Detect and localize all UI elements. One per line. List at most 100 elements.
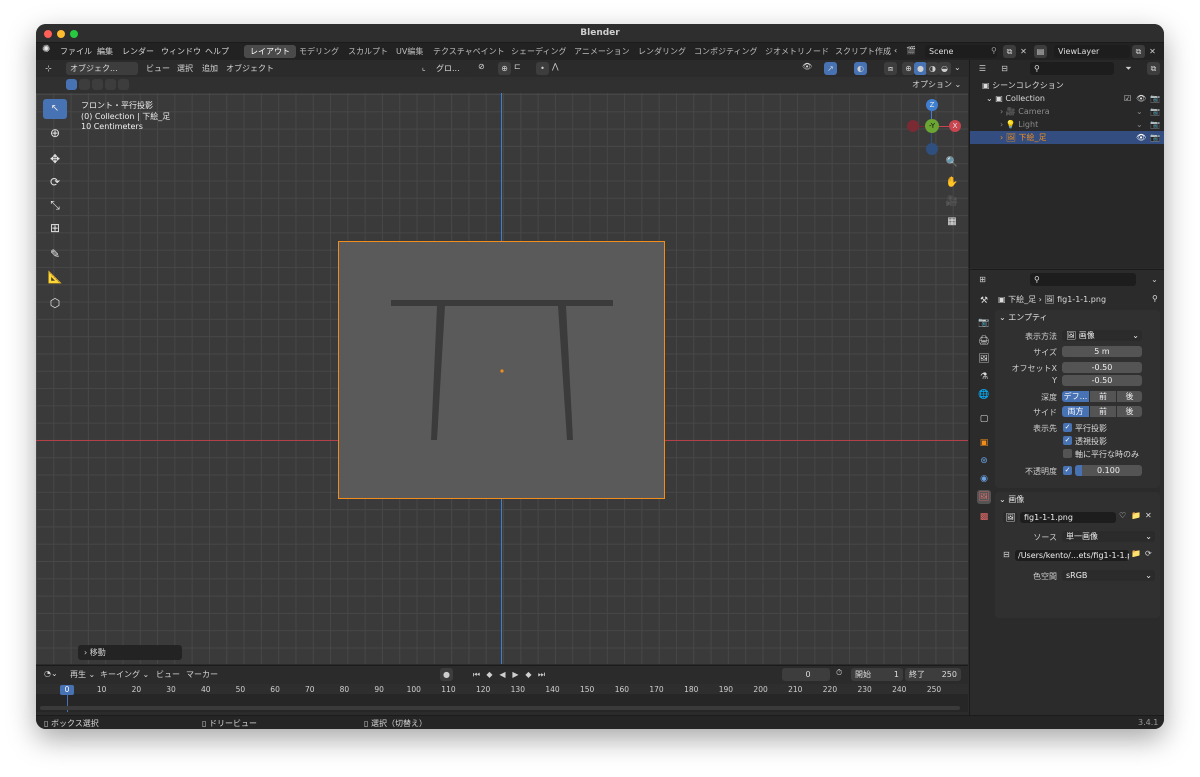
play-reverse-icon[interactable]: ◀ — [496, 668, 509, 681]
tab-scripting[interactable]: スクリプト作成 — [829, 45, 897, 58]
annotate-tool[interactable]: ✎ — [43, 244, 67, 264]
outliner-search-input[interactable]: ⚲ — [1030, 62, 1114, 75]
camera-view-icon[interactable]: 🎥 — [944, 194, 960, 210]
tab-modeling[interactable]: モデリング — [293, 45, 345, 58]
select-mode-new-icon[interactable] — [66, 79, 77, 90]
depth-default-option[interactable]: デフ... — [1062, 391, 1089, 402]
jump-key-forward-icon[interactable]: ◆ — [522, 668, 535, 681]
playhead[interactable]: 0 — [60, 685, 74, 695]
display-as-dropdown[interactable]: 🖼 画像 ⌄ — [1062, 330, 1142, 341]
viewport-options-button[interactable]: オプション ⌄ — [912, 79, 961, 90]
tab-compositing[interactable]: コンポジティング — [688, 45, 764, 58]
pin-properties-icon[interactable]: ⚲ — [1152, 294, 1158, 303]
start-frame-field[interactable]: 開始 1 — [851, 668, 903, 681]
menu-window[interactable]: ウィンドウ — [161, 46, 201, 57]
play-icon[interactable]: ▶ — [509, 668, 522, 681]
measure-tool[interactable]: 📐 — [43, 267, 67, 287]
show-perspective-checkbox[interactable]: ✓ — [1063, 436, 1072, 445]
outliner-item-reference-image[interactable]: › 🖼 下絵_足 👁 📷 — [970, 131, 1164, 144]
side-back-option[interactable]: 後 — [1117, 406, 1142, 417]
properties-options-icon[interactable]: ⌄ — [1148, 273, 1161, 286]
outliner-scene-collection[interactable]: ▣ シーンコレクション — [970, 79, 1164, 92]
exclude-checkbox-icon[interactable]: ☑ — [1124, 92, 1131, 105]
editor-type-icon[interactable]: ⊹ — [42, 62, 55, 75]
new-scene-icon[interactable]: ⧉ — [1003, 45, 1016, 58]
outliner-item-camera[interactable]: › 🎥 Camera ⌄ 📷 — [970, 105, 1164, 118]
mode-selector[interactable]: オブジェク... — [66, 62, 138, 75]
viewport-menu-add[interactable]: 追加 — [202, 63, 218, 74]
3d-viewport[interactable]: フロント・平行投影 (0) Collection | 下絵_足 10 Centi… — [36, 93, 968, 664]
open-image-icon[interactable]: 📁 — [1131, 511, 1141, 520]
image-panel-header[interactable]: ⌄ 画像 — [999, 494, 1024, 505]
outliner-editor-type-icon[interactable]: ☰ — [976, 62, 989, 75]
image-browse-icon[interactable]: 🖼 — [1003, 512, 1018, 523]
collection-tab-icon[interactable]: ▢ — [977, 412, 991, 426]
view-layer-icon[interactable]: ▤ — [1034, 45, 1047, 58]
filter-icon[interactable]: ⏷ — [1122, 62, 1135, 75]
object-data-tab-icon[interactable]: 🖼 — [977, 490, 991, 504]
select-mode-intersect-icon[interactable] — [118, 79, 129, 90]
outliner-item-collection[interactable]: ⌄ ▣ Collection ☑ 👁 📷 — [970, 92, 1164, 105]
image-name-field[interactable]: fig1-1-1.png — [1020, 512, 1116, 523]
source-dropdown[interactable]: 単一画像 ⌄ — [1062, 531, 1155, 542]
jump-end-icon[interactable]: ⏭ — [535, 668, 548, 681]
rotate-tool[interactable]: ⟳ — [43, 172, 67, 192]
output-tab-icon[interactable]: 🖨 — [977, 334, 991, 348]
colorspace-dropdown[interactable]: sRGB ⌄ — [1062, 570, 1155, 581]
delete-view-layer-icon[interactable]: ✕ — [1146, 45, 1159, 58]
empty-panel-header[interactable]: ⌄ エンプティ — [999, 312, 1048, 323]
use-opacity-checkbox[interactable]: ✓ — [1063, 466, 1072, 475]
depth-front-option[interactable]: 前 — [1090, 391, 1116, 402]
proportional-editing-icon[interactable]: • — [536, 62, 549, 75]
tab-geometry-nodes[interactable]: ジオメトリノード — [759, 45, 835, 58]
timeline-scrollbar[interactable] — [40, 706, 960, 710]
viewport-menu-object[interactable]: オブジェクト — [226, 63, 274, 74]
pin-scene-icon[interactable]: ⚲ — [991, 46, 997, 55]
transform-tool[interactable]: ⊞ — [43, 218, 67, 238]
render-camera-icon[interactable]: 📷 — [1150, 92, 1160, 105]
new-collection-icon[interactable]: ⧉ — [1147, 62, 1160, 75]
overlay-toggle-icon[interactable]: ◐ — [854, 62, 867, 75]
add-cube-tool[interactable]: ⬡ — [43, 293, 67, 313]
texture-tab-icon[interactable]: ▩ — [977, 510, 991, 524]
light-render-icon[interactable]: 📷 — [1150, 118, 1160, 131]
move-tool[interactable]: ✥ — [43, 149, 67, 169]
view-layer-tab-icon[interactable]: 🖼 — [977, 352, 991, 366]
gizmo-neg-x-axis[interactable] — [907, 120, 919, 132]
select-mode-extend-icon[interactable] — [79, 79, 90, 90]
menu-file[interactable]: ファイル — [60, 46, 92, 57]
zoom-view-icon[interactable]: 🔍 — [944, 155, 960, 171]
browse-file-icon[interactable]: 📁 — [1131, 549, 1141, 558]
tab-animation[interactable]: アニメーション — [568, 45, 636, 58]
jump-start-icon[interactable]: ⏮ — [470, 668, 483, 681]
properties-search-input[interactable]: ⚲ — [1030, 273, 1136, 286]
viewport-menu-select[interactable]: 選択 — [177, 63, 193, 74]
jump-key-back-icon[interactable]: ◆ — [483, 668, 496, 681]
scale-tool[interactable]: ⤡ — [43, 195, 67, 215]
tab-rendering[interactable]: レンダリング — [632, 45, 692, 58]
scroll-tabs-icon[interactable]: ‹ — [894, 46, 897, 55]
end-frame-field[interactable]: 終了 250 — [905, 668, 961, 681]
falloff-icon[interactable]: ⋀ — [552, 62, 559, 71]
snap-icon[interactable]: ⊕ — [498, 62, 511, 75]
current-frame-field[interactable]: 0 — [782, 668, 830, 681]
rendered-shading-icon[interactable]: ◒ — [938, 62, 951, 75]
gizmo-neg-y-axis[interactable]: -Y — [925, 119, 939, 133]
outliner-item-light[interactable]: › 💡 Light ⌄ 📷 — [970, 118, 1164, 131]
scene-tab-icon[interactable]: ⚗ — [977, 370, 991, 384]
timeline-menu-keying[interactable]: キーイング ⌄ — [100, 669, 149, 680]
tool-tab-icon[interactable]: ⚒ — [977, 294, 991, 308]
menu-render[interactable]: レンダー — [122, 46, 154, 57]
last-operator-panel[interactable]: › 移動 — [78, 645, 182, 660]
menu-help[interactable]: ヘルプ — [205, 46, 229, 57]
opacity-slider[interactable]: 0.100 — [1075, 465, 1142, 476]
tab-shading[interactable]: シェーディング — [505, 45, 572, 58]
fake-user-icon[interactable]: ♡ — [1119, 511, 1126, 520]
axis-aligned-checkbox[interactable] — [1063, 449, 1072, 458]
select-mode-invert-icon[interactable] — [105, 79, 116, 90]
timeline-track[interactable]: 0 10 20 30 40 50 60 70 80 90 100 110 120 130 140 150 16… — [36, 684, 968, 712]
properties-editor-type-icon[interactable]: ⊞ — [976, 273, 989, 286]
offset-y-field[interactable]: -0.50 — [1062, 375, 1142, 386]
delete-scene-icon[interactable]: ✕ — [1017, 45, 1030, 58]
gizmo-toggle-icon[interactable]: ↗ — [824, 62, 837, 75]
